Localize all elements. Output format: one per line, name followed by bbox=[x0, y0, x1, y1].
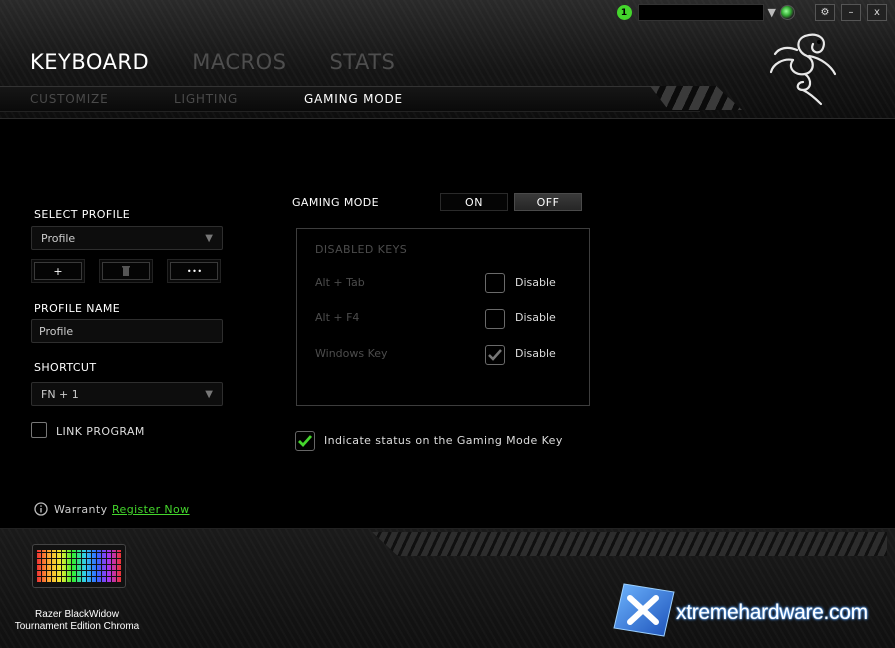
chevron-down-icon: ▼ bbox=[205, 232, 213, 244]
account-name-box[interactable] bbox=[637, 4, 764, 21]
close-button[interactable]: x bbox=[867, 4, 887, 21]
account-dropdown-icon[interactable]: ▼ bbox=[768, 6, 776, 19]
tab-stats[interactable]: STATS bbox=[329, 50, 395, 74]
keyboard-device-icon[interactable] bbox=[32, 544, 126, 588]
trash-icon bbox=[102, 262, 150, 280]
tab-lighting[interactable]: LIGHTING bbox=[174, 92, 304, 106]
windows-key-disable-label: Disable bbox=[515, 347, 556, 360]
online-status-icon[interactable] bbox=[780, 5, 795, 20]
tab-keyboard[interactable]: KEYBOARD bbox=[30, 50, 149, 74]
shortcut-dropdown[interactable]: FN + 1 ▼ bbox=[31, 382, 223, 406]
warranty-label: Warranty bbox=[54, 503, 108, 516]
razer-snake-logo-icon bbox=[769, 33, 837, 106]
plus-icon: + bbox=[34, 262, 82, 280]
watermark-text: xtremehardware.com bbox=[676, 601, 868, 624]
link-program-label: LINK PROGRAM bbox=[56, 425, 145, 438]
link-program-checkbox[interactable] bbox=[31, 422, 47, 438]
indicate-status-checkbox[interactable] bbox=[295, 431, 315, 451]
tab-customize[interactable]: CUSTOMIZE bbox=[30, 92, 174, 106]
info-icon bbox=[34, 502, 48, 516]
checkmark-icon bbox=[298, 435, 313, 448]
footer-stripes bbox=[372, 532, 887, 556]
device-name-line2: Tournament Edition Chroma bbox=[14, 621, 140, 632]
keyboard-keys-image bbox=[37, 550, 121, 582]
shortcut-dropdown-value: FN + 1 bbox=[41, 387, 79, 401]
shortcut-label: SHORTCUT bbox=[34, 361, 97, 374]
delete-profile-button[interactable] bbox=[99, 259, 153, 283]
windows-key-disable-checkbox[interactable] bbox=[485, 345, 505, 365]
chevron-down-icon: ▼ bbox=[205, 388, 213, 400]
key-windows-label: Windows Key bbox=[315, 347, 388, 360]
key-alt-tab-label: Alt + Tab bbox=[315, 276, 365, 289]
gaming-mode-off-button[interactable]: OFF bbox=[514, 193, 582, 211]
profile-name-input[interactable]: Profile bbox=[31, 319, 223, 343]
settings-button[interactable]: ⚙ bbox=[815, 4, 835, 21]
ellipsis-icon: • • • bbox=[170, 262, 218, 280]
alt-f4-disable-checkbox[interactable] bbox=[485, 309, 505, 329]
indicate-status-label: Indicate status on the Gaming Mode Key bbox=[324, 434, 563, 447]
disabled-keys-title: DISABLED KEYS bbox=[315, 243, 408, 256]
minimize-button[interactable]: – bbox=[841, 4, 861, 21]
alt-tab-disable-label: Disable bbox=[515, 276, 556, 289]
device-name: Razer BlackWidow Tournament Edition Chro… bbox=[10, 609, 144, 633]
notification-badge[interactable]: 1 bbox=[616, 5, 632, 20]
alt-f4-disable-label: Disable bbox=[515, 311, 556, 324]
register-now-link[interactable]: Register Now bbox=[112, 503, 190, 516]
sub-tabs: CUSTOMIZE LIGHTING GAMING MODE bbox=[30, 92, 403, 106]
profile-dropdown-value: Profile bbox=[41, 231, 76, 245]
key-alt-f4-label: Alt + F4 bbox=[315, 311, 360, 324]
add-profile-button[interactable]: + bbox=[31, 259, 85, 283]
disabled-keys-panel: DISABLED KEYS Alt + Tab Disable Alt + F4… bbox=[296, 228, 590, 406]
titlebar-controls: 1 ▼ ⚙ – x bbox=[616, 4, 887, 21]
checkmark-icon bbox=[488, 349, 502, 361]
select-profile-label: SELECT PROFILE bbox=[34, 208, 131, 221]
gaming-mode-on-button[interactable]: ON bbox=[440, 193, 508, 211]
alt-tab-disable-checkbox[interactable] bbox=[485, 273, 505, 293]
main-tabs: KEYBOARD MACROS STATS bbox=[30, 50, 438, 74]
device-name-line1: Razer BlackWidow bbox=[35, 609, 119, 620]
more-options-button[interactable]: • • • bbox=[167, 259, 221, 283]
tab-gaming-mode[interactable]: GAMING MODE bbox=[304, 92, 403, 106]
profile-name-label: PROFILE NAME bbox=[34, 302, 121, 315]
gaming-mode-label: GAMING MODE bbox=[292, 196, 380, 209]
xtremehardware-logo-icon bbox=[613, 583, 675, 637]
tab-macros[interactable]: MACROS bbox=[192, 50, 286, 74]
profile-dropdown[interactable]: Profile ▼ bbox=[31, 226, 223, 250]
